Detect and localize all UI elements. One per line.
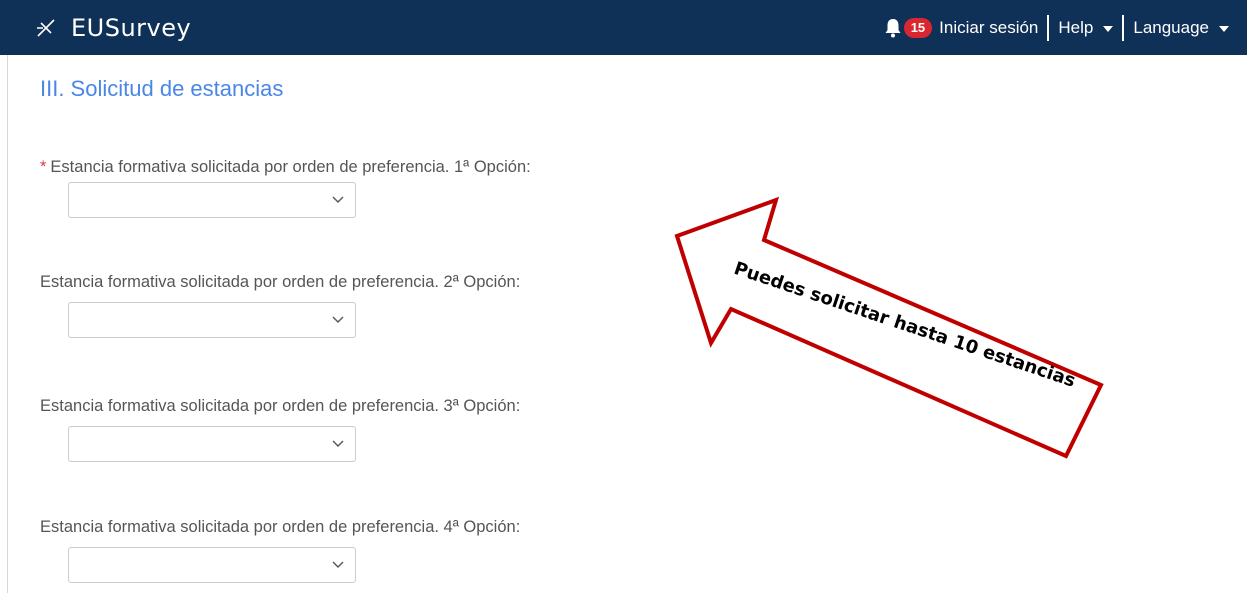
callout-arrow-icon	[674, 196, 1104, 459]
